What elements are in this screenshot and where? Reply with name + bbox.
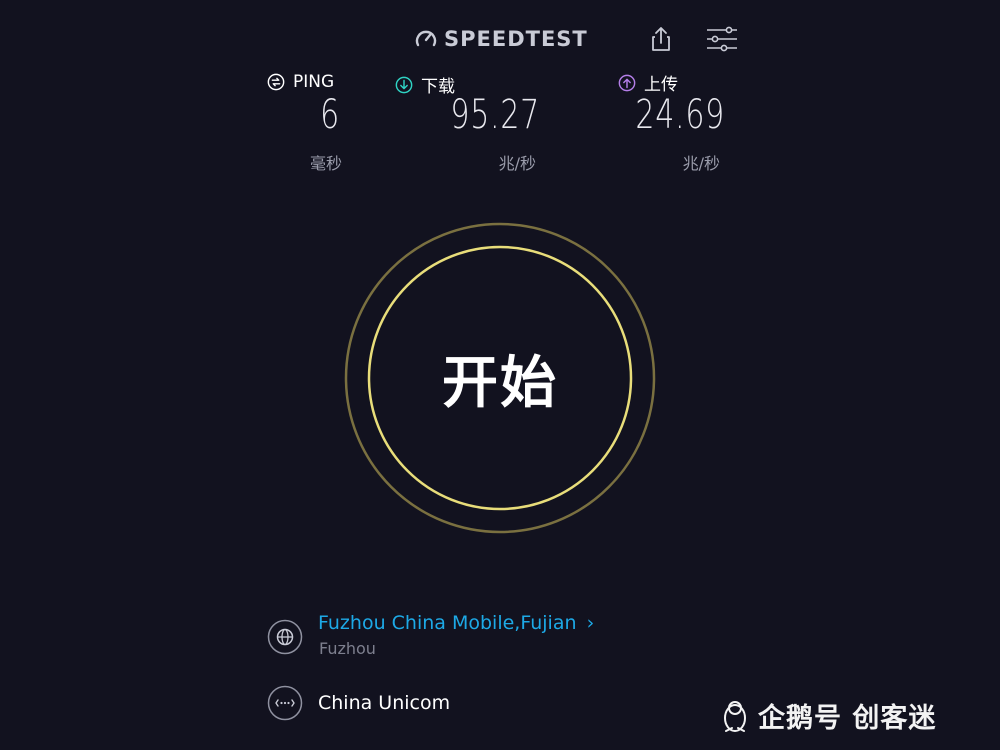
download-unit: 兆/秒 <box>498 154 536 173</box>
speedtest-logo: SPEEDTEST <box>414 24 588 54</box>
download-arrow-icon <box>395 76 413 93</box>
server-link[interactable]: Fuzhou China Mobile,Fujian › <box>318 612 594 634</box>
connection-dots-icon <box>267 685 303 721</box>
chevron-right-icon: › <box>586 612 595 634</box>
ping-value: 6 <box>320 92 340 138</box>
share-button[interactable] <box>646 24 676 54</box>
logo-text: SPEEDTEST <box>444 27 588 51</box>
server-name: Fuzhou China Mobile,Fujian <box>318 612 577 634</box>
share-icon <box>652 27 670 51</box>
watermark-text: 企鹅号 创客迷 <box>758 703 937 734</box>
upload-value: 24.69 <box>635 92 725 138</box>
download-value: 95.27 <box>450 92 540 138</box>
gauge-icon <box>415 30 437 47</box>
watermark: 企鹅号 创客迷 <box>720 696 936 735</box>
start-label: 开始 <box>442 350 558 416</box>
start-button[interactable]: 开始 <box>368 246 632 510</box>
isp-name: China Unicom <box>318 692 451 714</box>
ping-icon <box>267 73 285 91</box>
upload-unit: 兆/秒 <box>682 154 720 173</box>
server-city: Fuzhou <box>319 639 376 658</box>
penguin-icon <box>724 700 746 732</box>
upload-arrow-icon <box>618 74 636 91</box>
ping-label: PING <box>293 72 335 92</box>
sliders-icon <box>707 26 737 52</box>
ping-header: PING <box>267 72 334 92</box>
globe-icon <box>267 619 303 655</box>
settings-button[interactable] <box>704 24 740 54</box>
ping-unit: 毫秒 <box>309 154 342 173</box>
